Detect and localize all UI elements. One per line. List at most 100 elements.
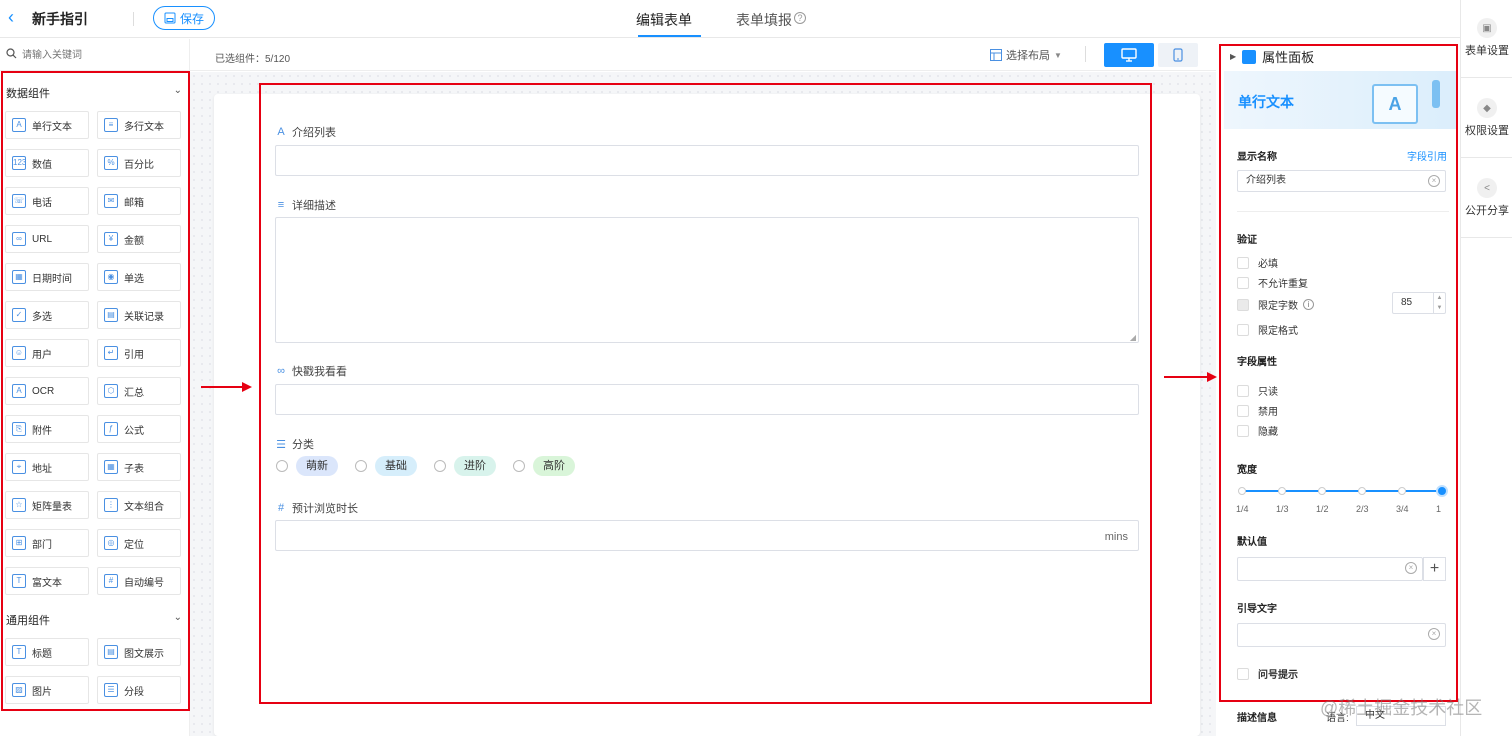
field-prop-checkbox[interactable] <box>1237 384 1249 397</box>
category-option[interactable]: 高阶 <box>513 456 575 476</box>
default-value-input[interactable]: × <box>1237 557 1423 581</box>
clear-icon[interactable]: × <box>1428 628 1440 640</box>
link-input[interactable] <box>275 384 1139 415</box>
width-slider-handle[interactable] <box>1436 485 1448 497</box>
guide-text-input[interactable]: × <box>1237 623 1446 647</box>
resize-handle-icon[interactable]: ◢ <box>1130 333 1136 342</box>
width-slider-dot[interactable] <box>1238 487 1246 495</box>
field-prop-option[interactable]: 禁用 <box>1237 403 1278 418</box>
component-0-18-button[interactable]: ⌖ 地址 <box>5 453 89 481</box>
component-0-8-button[interactable]: ▦ 日期时间 <box>5 263 89 291</box>
component-0-4-button[interactable]: ☏ 电话 <box>5 187 89 215</box>
component-0-20-button[interactable]: ☆ 矩阵量表 <box>5 491 89 519</box>
layout-select[interactable]: 选择布局 ▼ <box>990 47 1062 63</box>
tab-edit-form[interactable]: 编辑表单 <box>636 10 692 30</box>
page-title: 新手指引 <box>32 11 88 27</box>
component-library-panel: 数据组件 ⌄ A 单行文本 ≡ 多行文本 123 数值 % 百分比 ☏ 电话 ✉ 邮箱 ∞ URL ¥ 金额 ▦… <box>0 71 190 736</box>
number-stepper[interactable]: ▲ ▼ <box>1433 293 1445 313</box>
back-chevron-icon[interactable]: ‹ <box>8 8 22 26</box>
mobile-view-button[interactable] <box>1158 43 1198 67</box>
width-slider-dot[interactable] <box>1358 487 1366 495</box>
info-icon[interactable]: i <box>1303 299 1314 310</box>
add-default-button[interactable]: + <box>1423 557 1446 581</box>
component-0-6-button[interactable]: ∞ URL <box>5 225 89 253</box>
width-slider-dot[interactable] <box>1398 487 1406 495</box>
validation-checkbox[interactable] <box>1237 256 1249 269</box>
component-0-23-button[interactable]: ◎ 定位 <box>97 529 181 557</box>
field-prop-option[interactable]: 只读 <box>1237 383 1278 398</box>
component-0-2-button[interactable]: 123 数值 <box>5 149 89 177</box>
component-0-12-button[interactable]: ☺ 用户 <box>5 339 89 367</box>
validation-checkbox[interactable] <box>1237 276 1249 289</box>
save-button[interactable]: 保存 <box>153 6 215 30</box>
desktop-view-button[interactable] <box>1104 43 1154 67</box>
intro-list-input[interactable] <box>275 145 1139 176</box>
radio-button[interactable] <box>355 460 367 472</box>
clear-icon[interactable]: × <box>1428 175 1440 187</box>
detail-description-textarea[interactable]: ◢ <box>275 217 1139 343</box>
validation-checkbox[interactable] <box>1237 298 1249 311</box>
component-0-10-button[interactable]: ✓ 多选 <box>5 301 89 329</box>
component-1-2-button[interactable]: ▨ 图片 <box>5 676 89 704</box>
component-label: 用户 <box>32 349 52 361</box>
field-prop-option[interactable]: 隐藏 <box>1237 423 1278 438</box>
width-slider-dot[interactable] <box>1278 487 1286 495</box>
field-prop-checkbox[interactable] <box>1237 424 1249 437</box>
component-0-24-button[interactable]: T 富文本 <box>5 567 89 595</box>
component-0-22-button[interactable]: ⊞ 部门 <box>5 529 89 557</box>
field-prop-checkbox[interactable] <box>1237 404 1249 417</box>
form-settings-button[interactable]: ▣ 表单设置 <box>1461 0 1512 78</box>
validation-option[interactable]: 必填 <box>1237 255 1278 270</box>
component-0-21-button[interactable]: ⋮ 文本组合 <box>97 491 181 519</box>
public-share-button[interactable]: < 公开分享 <box>1461 160 1512 238</box>
help-icon[interactable]: ? <box>794 12 806 24</box>
unit-label: mins <box>1104 531 1128 543</box>
component-0-16-button[interactable]: ⎘ 附件 <box>5 415 89 443</box>
component-icon: # <box>104 574 118 588</box>
component-0-17-button[interactable]: ƒ 公式 <box>97 415 181 443</box>
display-name-input[interactable]: 介绍列表 × <box>1237 170 1446 192</box>
component-0-13-button[interactable]: ↵ 引用 <box>97 339 181 367</box>
category-option[interactable]: 进阶 <box>434 456 496 476</box>
desktop-icon <box>1121 48 1137 62</box>
category-option[interactable]: 基础 <box>355 456 417 476</box>
component-0-1-button[interactable]: ≡ 多行文本 <box>97 111 181 139</box>
group-header-general[interactable]: 通用组件 ⌄ <box>6 612 184 628</box>
duration-input[interactable]: mins <box>275 520 1139 551</box>
component-0-7-button[interactable]: ¥ 金额 <box>97 225 181 253</box>
radio-button[interactable] <box>513 460 525 472</box>
tooltip-checkbox[interactable] <box>1237 667 1249 680</box>
tooltip-option[interactable]: 问号提示 <box>1237 666 1298 681</box>
radio-button[interactable] <box>276 460 288 472</box>
component-0-3-button[interactable]: % 百分比 <box>97 149 181 177</box>
tab-fill-form[interactable]: 表单填报 <box>736 10 792 30</box>
validation-checkbox[interactable] <box>1237 323 1249 336</box>
panel-icon <box>1242 49 1257 64</box>
component-0-14-button[interactable]: A OCR <box>5 377 89 405</box>
field-reference-link[interactable]: 字段引用 <box>1407 148 1447 163</box>
validation-option[interactable]: 限定格式 <box>1237 322 1298 337</box>
component-search-input[interactable] <box>22 46 182 64</box>
component-0-15-button[interactable]: ⬡ 汇总 <box>97 377 181 405</box>
component-1-3-button[interactable]: ☰ 分段 <box>97 676 181 704</box>
component-0-9-button[interactable]: ◉ 单选 <box>97 263 181 291</box>
permission-settings-button[interactable]: ◆ 权限设置 <box>1461 80 1512 158</box>
component-0-11-button[interactable]: ▤ 关联记录 <box>97 301 181 329</box>
clear-icon[interactable]: × <box>1405 562 1417 574</box>
category-option[interactable]: 萌新 <box>276 456 338 476</box>
component-0-0-button[interactable]: A 单行文本 <box>5 111 89 139</box>
char-limit-input[interactable]: 85 ▲ ▼ <box>1392 292 1446 314</box>
component-0-25-button[interactable]: # 自动编号 <box>97 567 181 595</box>
component-1-1-button[interactable]: ▤ 图文展示 <box>97 638 181 666</box>
validation-option[interactable]: 限定字数 i <box>1237 297 1314 312</box>
component-1-0-button[interactable]: T 标题 <box>5 638 89 666</box>
component-0-5-button[interactable]: ✉ 邮箱 <box>97 187 181 215</box>
validation-option-label: 限定格式 <box>1258 326 1298 337</box>
radio-button[interactable] <box>434 460 446 472</box>
width-slider-dot[interactable] <box>1318 487 1326 495</box>
property-panel-header[interactable]: ▶ 属性面板 <box>1230 47 1314 66</box>
component-0-19-button[interactable]: ▦ 子表 <box>97 453 181 481</box>
component-icon: ☺ <box>12 346 26 360</box>
group-header-data[interactable]: 数据组件 ⌄ <box>6 85 184 101</box>
validation-option[interactable]: 不允许重复 <box>1237 275 1308 290</box>
